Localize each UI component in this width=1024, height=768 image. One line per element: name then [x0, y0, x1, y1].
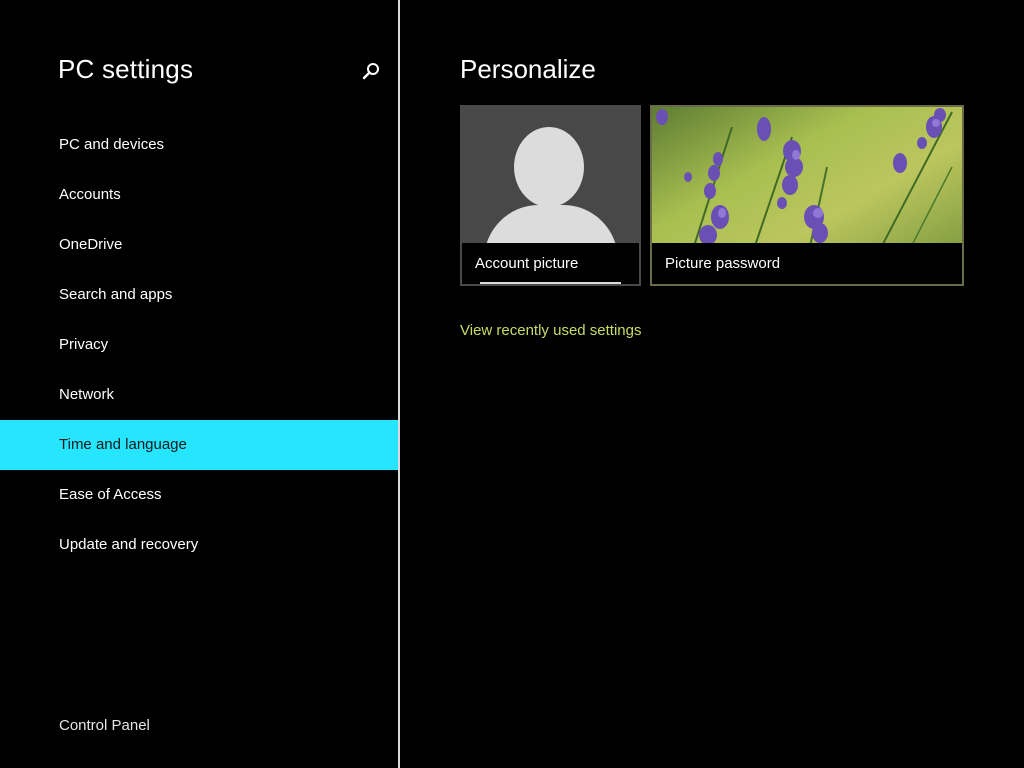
nav-item-ease-of-access[interactable]: Ease of Access: [0, 470, 398, 520]
avatar-head-shape: [514, 127, 584, 207]
search-icon: [362, 63, 379, 80]
account-picture-label: Account picture: [462, 243, 639, 284]
search-button[interactable]: [358, 58, 384, 84]
nav-item-search-and-apps[interactable]: Search and apps: [0, 270, 398, 320]
page-title: Personalize: [460, 54, 596, 84]
view-recent-settings-link[interactable]: View recently used settings: [460, 322, 642, 339]
nav-item-accounts[interactable]: Accounts: [0, 170, 398, 220]
nav-item-time-and-language[interactable]: Time and language: [0, 420, 398, 470]
pane-divider: [398, 0, 400, 768]
picture-password-tile[interactable]: Picture password: [650, 105, 964, 286]
control-panel-link[interactable]: Control Panel: [59, 717, 150, 734]
nav-item-pc-and-devices[interactable]: PC and devices: [0, 120, 398, 170]
pc-settings-app: PC settings PC and devices Accounts OneD…: [0, 0, 1024, 768]
nav-pane: PC settings PC and devices Accounts OneD…: [0, 0, 398, 768]
nav-list: PC and devices Accounts OneDrive Search …: [0, 120, 398, 570]
picture-password-label: Picture password: [652, 243, 962, 284]
nav-item-network[interactable]: Network: [0, 370, 398, 420]
nav-item-privacy[interactable]: Privacy: [0, 320, 398, 370]
nav-item-onedrive[interactable]: OneDrive: [0, 220, 398, 270]
nav-title: PC settings: [58, 54, 194, 84]
account-picture-tile[interactable]: Account picture: [460, 105, 641, 286]
nav-item-update-and-recovery[interactable]: Update and recovery: [0, 520, 398, 570]
